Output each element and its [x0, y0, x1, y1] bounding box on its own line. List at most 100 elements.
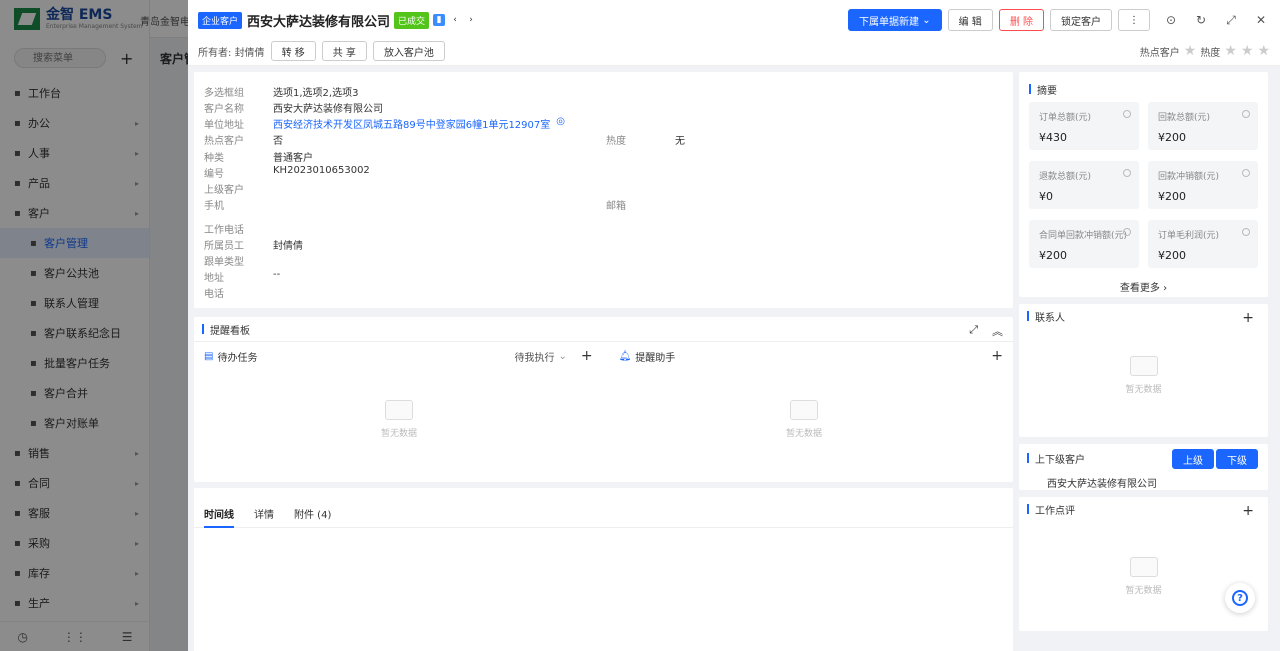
owner-label: 所有者: 封倩倩 [198, 47, 265, 59]
empty-text: 暂无数据 [1125, 385, 1162, 395]
section-title: 提醒看板 [210, 325, 250, 337]
field-value: -- [273, 269, 281, 280]
field-label: 手机 [204, 201, 224, 212]
delete-button[interactable]: 删 除 [998, 9, 1044, 31]
timeline-card: 时间线 详情 附件 (4) [194, 488, 1013, 651]
field-label: 跟单类型 [204, 257, 244, 268]
field-label: 所属员工 [204, 241, 244, 252]
info-icon[interactable] [1242, 169, 1250, 177]
empty-text: 暂无数据 [1125, 586, 1162, 596]
heat-star-icon[interactable]: ★ [1241, 43, 1254, 59]
status-badge: 已成交 [394, 11, 430, 29]
stat-label: 合同单回款冲销额(元) [1039, 231, 1128, 241]
field-label: 多选框组 [204, 88, 244, 99]
view-more-link[interactable]: 查看更多 › [1019, 279, 1268, 294]
chevron-down-icon[interactable]: ⌄ [558, 351, 566, 362]
transfer-button[interactable]: 转 移 [270, 41, 316, 61]
stat-value: ¥200 [1039, 249, 1067, 262]
edit-button[interactable]: 编 辑 [947, 9, 993, 31]
heat-star-icon[interactable]: ★ [1257, 43, 1270, 59]
location-icon[interactable]: ◎ [556, 116, 565, 131]
empty-tray-icon [790, 400, 818, 420]
field-label: 客户名称 [204, 104, 244, 115]
stat-label: 订单总额(元) [1039, 113, 1092, 123]
add-contact-icon[interactable]: + [1242, 310, 1254, 326]
filter-select[interactable]: 待我执行 [514, 349, 554, 364]
expand-icon[interactable]: ⤢ [969, 323, 978, 339]
next-icon[interactable]: › [465, 14, 477, 26]
chevron-down-icon: ⌄ [922, 14, 931, 26]
heat-label: 热度 [1200, 47, 1221, 59]
field-label: 邮箱 [606, 201, 626, 212]
summary-stat: 退款总额(元) ¥0 [1029, 161, 1139, 209]
stat-label: 回款总额(元) [1158, 113, 1211, 123]
refresh-icon[interactable]: ↻ [1192, 11, 1210, 29]
info-icon[interactable] [1242, 110, 1250, 118]
field-label: 热点客户 [204, 136, 244, 147]
field-label: 电话 [204, 289, 224, 300]
info-icon[interactable] [1123, 228, 1131, 236]
field-value: 封倩倩 [273, 241, 303, 252]
stat-value: ¥200 [1158, 190, 1186, 203]
contacts-card: 联系人 + 暂无数据 [1019, 304, 1268, 437]
share-button[interactable]: 共 享 [321, 41, 367, 61]
customer-detail-drawer: 企业客户 西安大萨达装修有限公司 已成交 ▮ ‹ › 下属单据新建 ⌄ 编 辑 … [188, 0, 1280, 651]
section-title: 工作点评 [1035, 505, 1075, 517]
stat-label: 订单毛利润(元) [1158, 231, 1220, 241]
add-review-icon[interactable]: + [1242, 503, 1254, 519]
more-button[interactable]: ⋮ [1118, 9, 1150, 31]
address-link[interactable]: 西安经济技术开发区凤城五路89号中登家园6幢1单元12907室 [273, 116, 550, 131]
info-icon[interactable] [1123, 110, 1131, 118]
tab-attachments[interactable]: 附件 (4) [294, 506, 331, 528]
stat-label: 退款总额(元) [1039, 172, 1092, 182]
stat-value: ¥430 [1039, 131, 1067, 144]
bell-icon: 🔔︎ [618, 350, 632, 362]
field-value: 无 [675, 136, 685, 147]
stat-label: 回款冲销额(元) [1158, 172, 1220, 182]
add-todo-icon[interactable]: + [581, 348, 593, 364]
stat-value: ¥200 [1158, 131, 1186, 144]
tab-timeline[interactable]: 时间线 [204, 506, 234, 528]
empty-tray-icon [1129, 356, 1158, 376]
lock-customer-button[interactable]: 锁定客户 [1050, 9, 1112, 31]
to-pool-button[interactable]: 放入客户池 [372, 41, 445, 61]
field-label: 上级客户 [204, 185, 244, 196]
empty-tray-icon [385, 400, 413, 420]
create-sub-doc-button[interactable]: 下属单据新建 ⌄ [848, 9, 942, 31]
hierarchy-card: 上下级客户 上级 下级 西安大萨达装修有限公司 [1019, 444, 1268, 490]
summary-card: 摘要 订单总额(元) ¥430 回款总额(元) ¥200 退款总额(元) ¥0 回款冲销额(… [1019, 72, 1268, 297]
help-icon: ? [1232, 590, 1248, 606]
app-root: 金智 EMSEnterprise Management System + ▪工作… [0, 0, 1280, 651]
todo-title: 待办任务 [217, 352, 258, 364]
hot-star-icon[interactable]: ★ [1184, 43, 1197, 59]
prev-icon[interactable]: ‹ [449, 14, 461, 26]
info-icon[interactable] [1242, 228, 1250, 236]
close-icon[interactable]: ✕ [1252, 11, 1270, 29]
stat-value: ¥200 [1158, 249, 1186, 262]
collapse-up-icon[interactable]: ︽ [992, 323, 1003, 339]
field-label: 单位地址 [204, 120, 244, 131]
add-reminder-icon[interactable]: + [991, 348, 1003, 364]
info-icon[interactable] [1123, 169, 1131, 177]
field-label: 热度 [606, 136, 626, 147]
field-value: KH2023010653002 [273, 165, 370, 176]
empty-text: 暂无数据 [785, 429, 822, 439]
section-title: 联系人 [1035, 312, 1065, 324]
hot-customer-label: 热点客户 [1139, 47, 1180, 59]
bookmark-icon[interactable]: ▮ [433, 14, 446, 26]
summary-stat: 订单总额(元) ¥430 [1029, 102, 1139, 150]
drawer-header: 企业客户 西安大萨达装修有限公司 已成交 ▮ ‹ › 下属单据新建 ⌄ 编 辑 … [188, 0, 1280, 66]
section-title: 摘要 [1037, 85, 1057, 97]
help-button[interactable]: ? [1225, 583, 1255, 613]
related-customer[interactable]: 西安大萨达装修有限公司 [1047, 475, 1157, 490]
assistant-title: 提醒助手 [635, 352, 676, 364]
fullscreen-icon[interactable]: ⤢ [1222, 11, 1240, 29]
stat-value: ¥0 [1039, 190, 1053, 203]
tab-details[interactable]: 详情 [254, 506, 274, 528]
parent-button[interactable]: 上级 [1172, 449, 1214, 469]
reminder-board: 提醒看板 ⤢ ︽ ▤ 待办任务 待我执行 ⌄ + 🔔︎ 提醒助手 + 暂无数据 暂… [194, 317, 1013, 482]
settings-icon[interactable]: ⊙ [1162, 11, 1180, 29]
heat-star-icon[interactable]: ★ [1224, 43, 1237, 59]
child-button[interactable]: 下级 [1216, 449, 1258, 469]
summary-stat: 回款总额(元) ¥200 [1148, 102, 1258, 150]
